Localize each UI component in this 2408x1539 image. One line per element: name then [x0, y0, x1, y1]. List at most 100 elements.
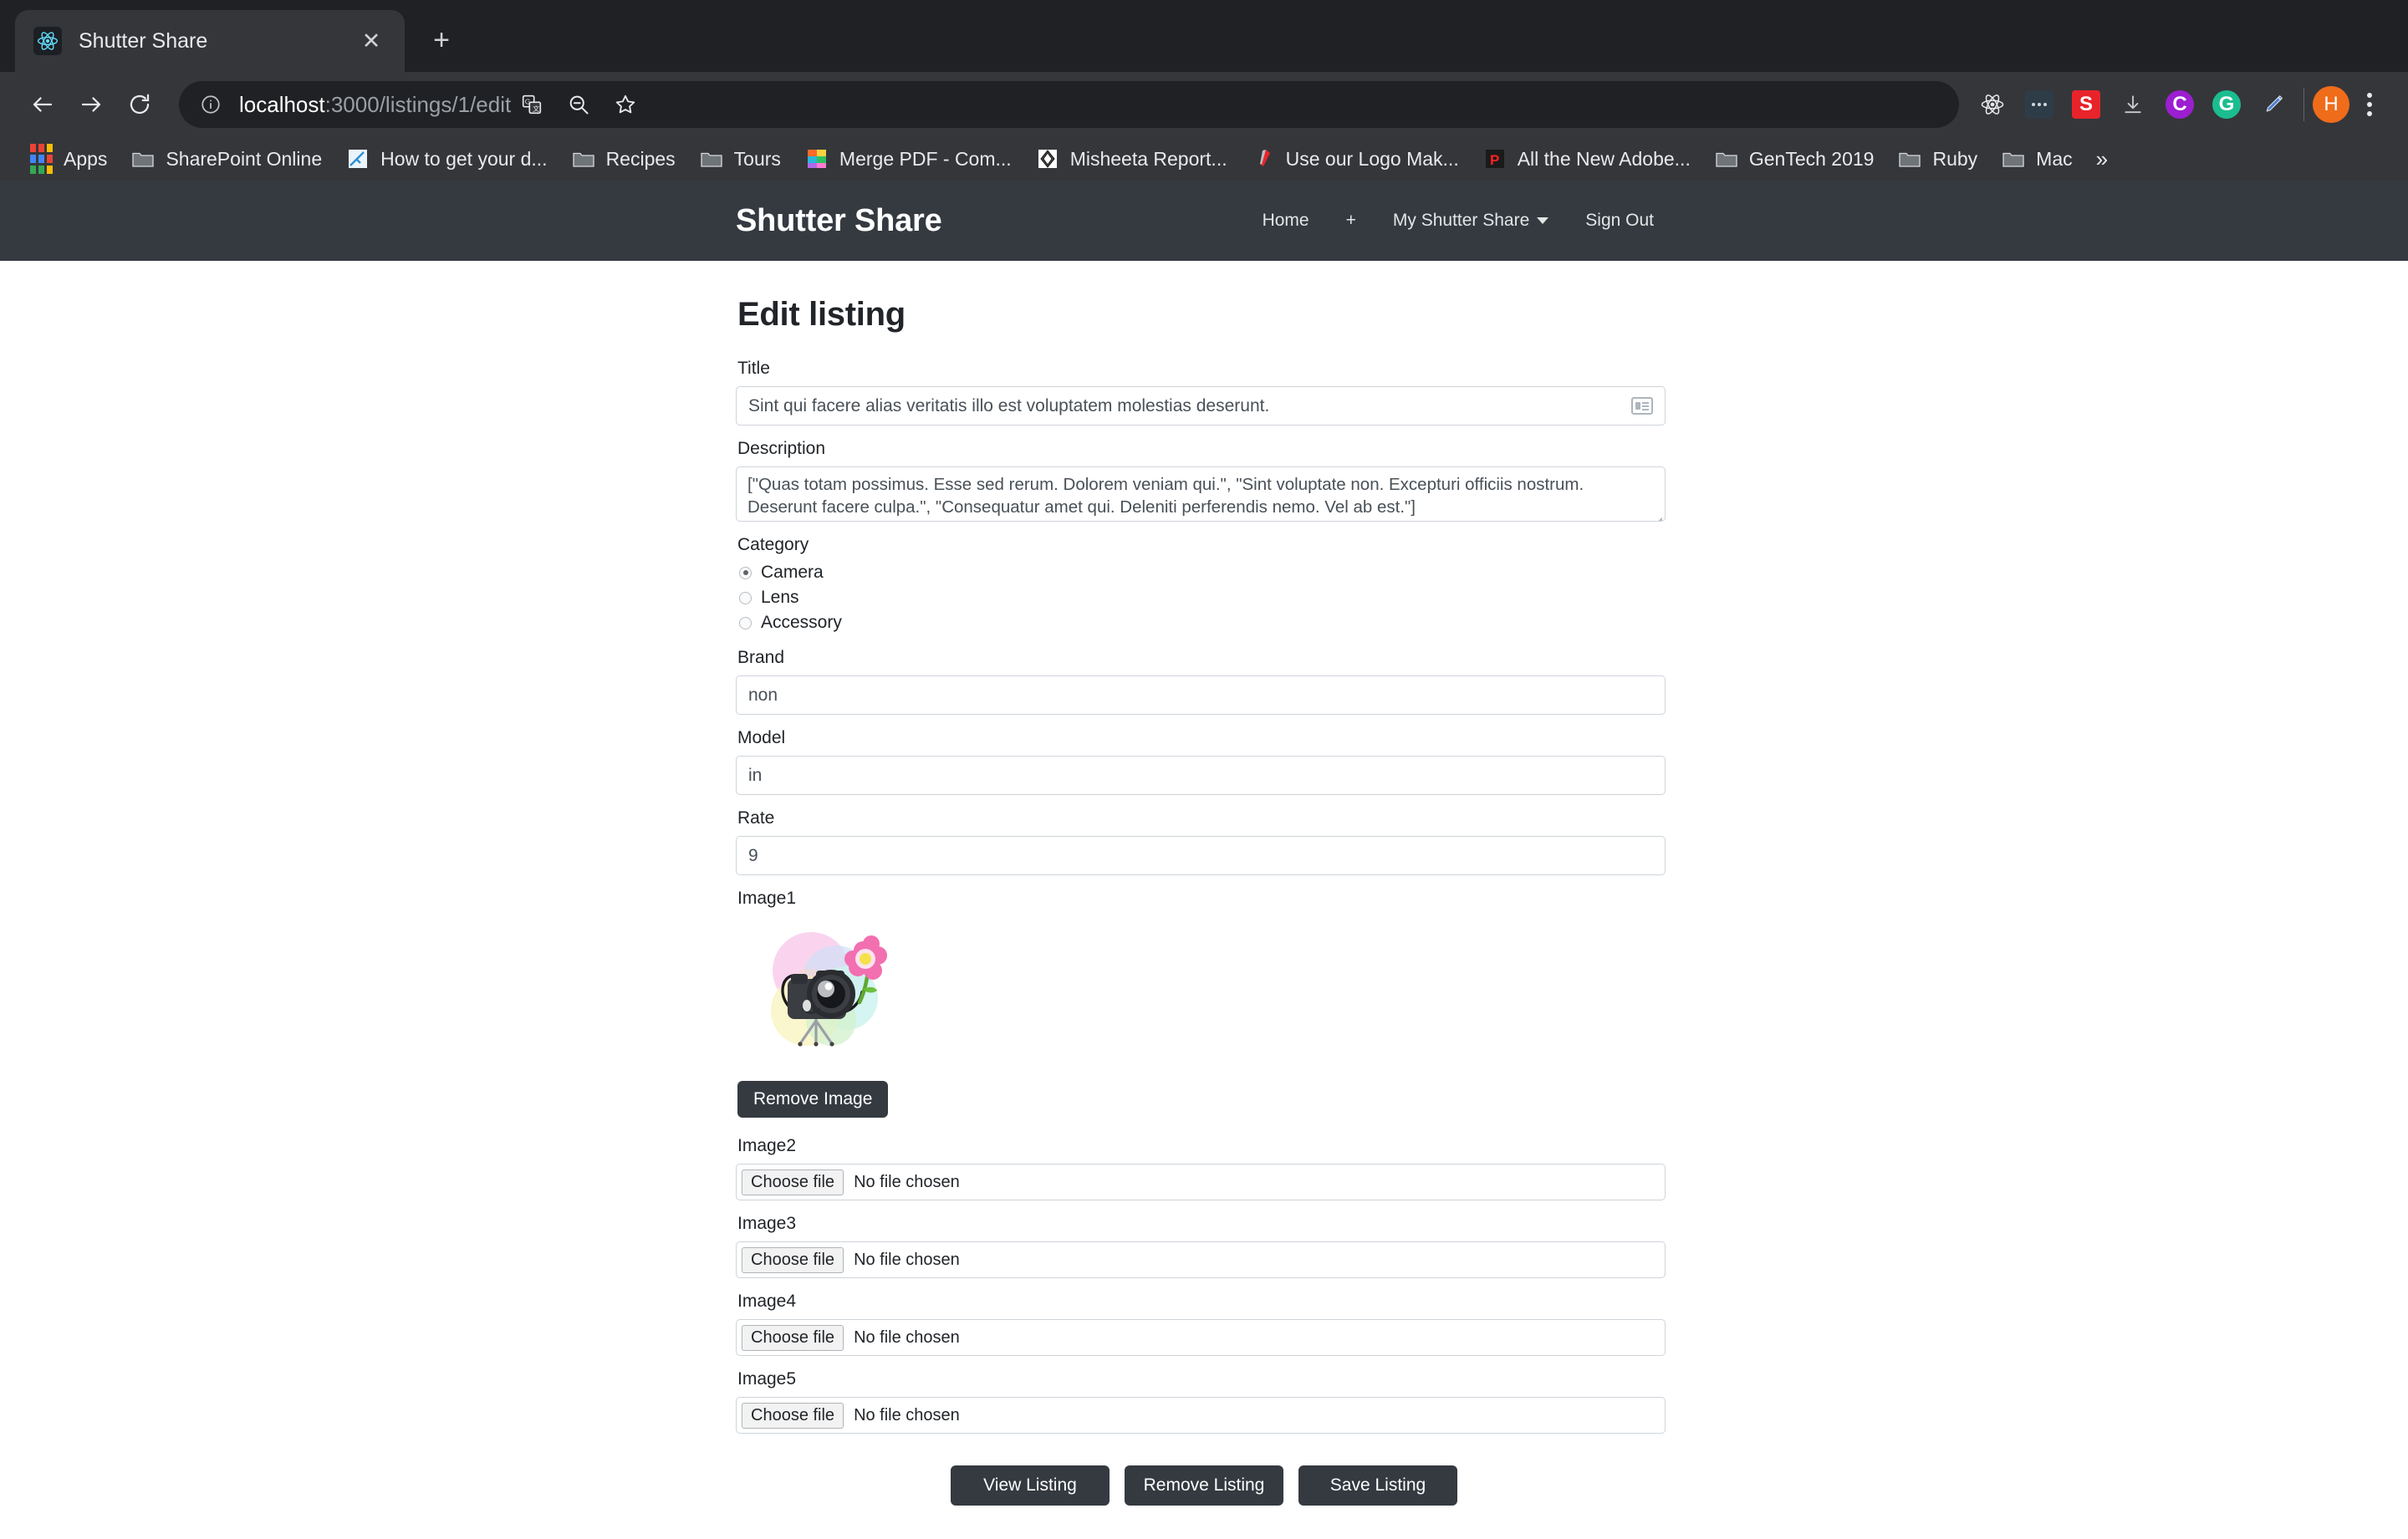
- radio-icon-lens[interactable]: [739, 591, 752, 604]
- autofill-icon[interactable]: [1631, 397, 1653, 415]
- bookmark-label: Apps: [64, 147, 108, 170]
- bookmark-sharepoint-online[interactable]: SharePoint Online: [119, 140, 334, 177]
- folder-icon: [699, 146, 724, 171]
- g-extension-icon[interactable]: G: [2205, 83, 2248, 126]
- image2-file-input[interactable]: Choose file No file chosen: [736, 1164, 1666, 1200]
- color-squares-icon: [804, 146, 829, 171]
- nav-link-my-shutter-share[interactable]: My Shutter Share: [1375, 204, 1567, 237]
- bookmark-how-to-get-your-d[interactable]: How to get your d...: [334, 140, 559, 177]
- bookmark-mac[interactable]: Mac: [1989, 140, 2084, 177]
- bookmark-tours[interactable]: Tours: [687, 140, 793, 177]
- model-input[interactable]: in: [736, 756, 1666, 795]
- bookmark-merge-pdf[interactable]: Merge PDF - Com...: [793, 140, 1023, 177]
- app-nav-links: Home + My Shutter Share Sign Out: [1244, 204, 1672, 237]
- folder-icon: [1897, 146, 1922, 171]
- bookmark-apps[interactable]: Apps: [17, 140, 119, 177]
- rate-input-value: 9: [748, 845, 758, 865]
- resize-handle-icon[interactable]: [1651, 508, 1663, 521]
- rate-input[interactable]: 9: [736, 836, 1666, 875]
- image5-file-input[interactable]: Choose file No file chosen: [736, 1397, 1666, 1434]
- nav-link-new-listing[interactable]: +: [1328, 204, 1375, 237]
- bookmark-ruby[interactable]: Ruby: [1885, 140, 1989, 177]
- image4-file-input[interactable]: Choose file No file chosen: [736, 1319, 1666, 1356]
- brand-label: Brand: [737, 648, 785, 667]
- image1-label: Image1: [737, 889, 797, 908]
- radio-icon-accessory[interactable]: [739, 616, 752, 629]
- url-text: localhost:3000/listings/1/edit: [239, 92, 511, 118]
- choose-file-button[interactable]: Choose file: [742, 1402, 844, 1429]
- tab-strip: Shutter Share ✕ +: [0, 0, 2408, 72]
- model-label: Model: [737, 728, 786, 747]
- app-navbar: Shutter Share Home + My Shutter Share Si…: [0, 181, 2408, 261]
- radio-icon-camera[interactable]: [739, 566, 752, 579]
- rate-label: Rate: [737, 808, 775, 828]
- image2-label: Image2: [737, 1136, 797, 1155]
- c-extension-icon[interactable]: C: [2158, 83, 2201, 126]
- image3-label: Image3: [737, 1214, 797, 1233]
- url-host: localhost: [239, 91, 325, 117]
- nav-link-sign-out[interactable]: Sign Out: [1567, 204, 1672, 237]
- radio-option-accessory[interactable]: Accessory: [736, 613, 1672, 633]
- title-label: Title: [737, 359, 770, 378]
- bookmark-label: Tours: [733, 147, 781, 170]
- bookmark-gentech-2019[interactable]: GenTech 2019: [1702, 140, 1886, 177]
- p-icon: P: [1482, 146, 1508, 171]
- model-input-value: in: [748, 765, 763, 785]
- apps-grid-icon: [28, 144, 54, 174]
- file-status-text: No file chosen: [854, 1328, 960, 1347]
- translate-icon[interactable]: G文: [511, 84, 553, 125]
- radio-option-lens[interactable]: Lens: [736, 588, 1672, 608]
- back-icon[interactable]: [18, 80, 67, 129]
- nav-link-label: My Shutter Share: [1392, 211, 1530, 230]
- field-image4: Image4 Choose file No file chosen: [736, 1292, 1672, 1356]
- reload-icon[interactable]: [115, 80, 164, 129]
- remove-listing-button[interactable]: Remove Listing: [1125, 1465, 1283, 1506]
- folder-icon: [571, 146, 596, 171]
- bookmarks-overflow-button[interactable]: »: [2084, 146, 2120, 172]
- s-extension-icon[interactable]: S: [2064, 83, 2108, 126]
- pen-extension-icon[interactable]: [2252, 83, 2295, 126]
- page-title: Edit listing: [737, 296, 906, 333]
- close-icon[interactable]: ✕: [356, 26, 386, 56]
- site-info-icon[interactable]: [197, 91, 224, 118]
- save-listing-button[interactable]: Save Listing: [1298, 1465, 1457, 1506]
- app-brand[interactable]: Shutter Share: [736, 203, 942, 239]
- title-input[interactable]: Sint qui facere alias veritatis illo est…: [736, 386, 1666, 426]
- brand-input[interactable]: non: [736, 675, 1666, 715]
- bookmark-use-our-logo-maker[interactable]: Use our Logo Mak...: [1239, 140, 1471, 177]
- download-icon[interactable]: [2111, 83, 2155, 126]
- radio-option-camera[interactable]: Camera: [736, 563, 1672, 583]
- file-status-text: No file chosen: [854, 1172, 960, 1191]
- svg-text:P: P: [1490, 152, 1499, 168]
- description-textarea[interactable]: ["Quas totam possimus. Esse sed rerum. D…: [736, 466, 1666, 522]
- react-devtools-icon[interactable]: [1971, 83, 2014, 126]
- dots-extension-icon[interactable]: [2018, 83, 2061, 126]
- image3-file-input[interactable]: Choose file No file chosen: [736, 1241, 1666, 1278]
- field-model: Model in: [736, 728, 1672, 795]
- choose-file-button[interactable]: Choose file: [742, 1324, 844, 1351]
- avatar[interactable]: H: [2313, 86, 2349, 123]
- description-textarea-value: ["Quas totam possimus. Esse sed rerum. D…: [747, 475, 1584, 517]
- zoom-out-icon[interactable]: [558, 84, 599, 125]
- choose-file-button[interactable]: Choose file: [742, 1246, 844, 1273]
- file-status-text: No file chosen: [854, 1250, 960, 1269]
- forward-icon[interactable]: [67, 80, 115, 129]
- nav-link-home[interactable]: Home: [1244, 204, 1328, 237]
- choose-file-button[interactable]: Choose file: [742, 1169, 844, 1195]
- star-icon[interactable]: [605, 84, 646, 125]
- nav-link-label: Home: [1262, 211, 1309, 230]
- bookmark-all-the-new-adobe[interactable]: P All the New Adobe...: [1471, 140, 1702, 177]
- view-listing-button[interactable]: View Listing: [951, 1465, 1110, 1506]
- field-category: Category Camera Lens Accessory: [736, 535, 1672, 633]
- bookmark-misheeta-report[interactable]: Misheeta Report...: [1023, 140, 1239, 177]
- remove-image-button[interactable]: Remove Image: [737, 1081, 889, 1118]
- field-image1: Image1 Remove Image: [736, 889, 1672, 1118]
- new-tab-button[interactable]: +: [418, 17, 465, 64]
- browser-toolbar: localhost:3000/listings/1/edit G文 S C G …: [0, 72, 2408, 137]
- address-bar[interactable]: localhost:3000/listings/1/edit G文: [179, 81, 1959, 128]
- bookmark-recipes[interactable]: Recipes: [559, 140, 687, 177]
- field-image5: Image5 Choose file No file chosen: [736, 1369, 1672, 1434]
- field-rate: Rate 9: [736, 808, 1672, 875]
- browser-tab[interactable]: Shutter Share ✕: [15, 10, 405, 72]
- browser-menu-icon[interactable]: [2349, 83, 2390, 126]
